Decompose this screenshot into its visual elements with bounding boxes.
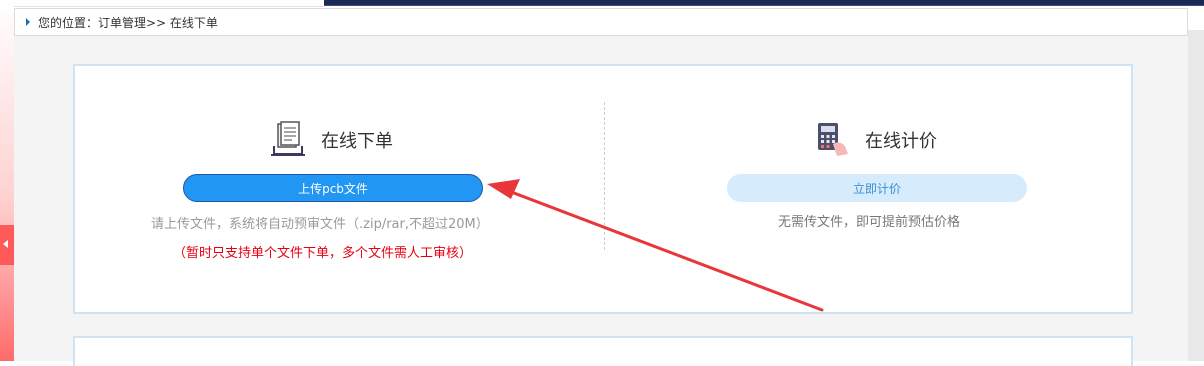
secondary-card [73, 336, 1133, 366]
scrollbar[interactable] [1188, 30, 1204, 361]
quote-now-button[interactable]: 立即计价 [727, 174, 1027, 202]
online-quote-title: 在线计价 [865, 131, 937, 152]
online-order-title: 在线下单 [321, 131, 393, 152]
single-file-warning: （暂时只支持单个文件下单，多个文件需人工审核） [173, 246, 473, 261]
breadcrumb: 您的位置：订单管理>> 在线下单 [14, 8, 1188, 36]
upload-hint: 请上传文件，系统将自动预审文件（.zip/rar,不超过20M） [151, 217, 489, 232]
document-laptop-icon [271, 121, 305, 156]
quote-hint: 无需传文件，即可提前预估价格 [778, 215, 961, 230]
breadcrumb-arrow-icon [26, 18, 30, 26]
collapse-left-icon[interactable] [3, 240, 8, 248]
panel-divider [604, 102, 605, 250]
order-card: 在线下单 上传pcb文件 请上传文件，系统将自动预审文件（.zip/rar,不超… [73, 64, 1133, 314]
top-banner [324, 0, 1204, 6]
upload-pcb-button[interactable]: 上传pcb文件 [183, 174, 483, 202]
top-menu-bar [14, 0, 324, 7]
sidebar-strip [0, 0, 14, 361]
calculator-icon [818, 123, 848, 156]
breadcrumb-text: 您的位置：订单管理>> 在线下单 [38, 15, 218, 30]
